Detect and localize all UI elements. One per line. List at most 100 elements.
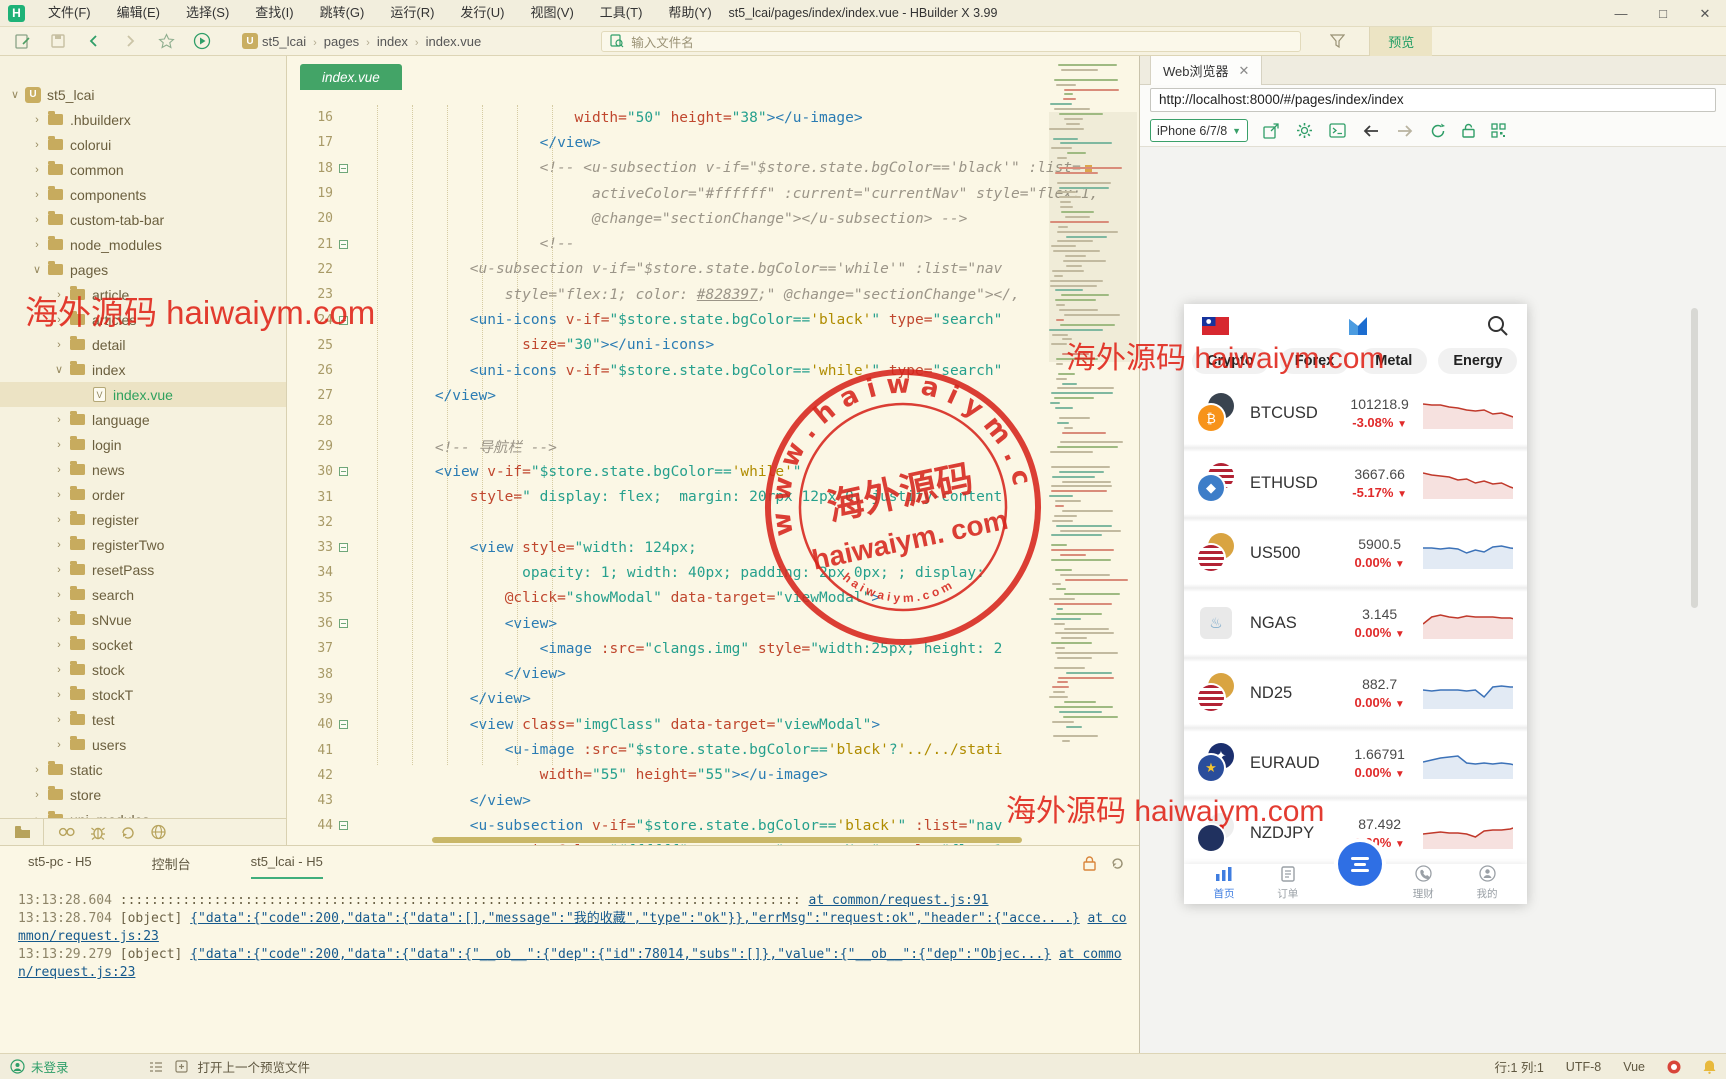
new-file-icon[interactable] <box>8 30 36 52</box>
horizontal-scrollbar[interactable] <box>432 837 1022 843</box>
preview-button[interactable]: 预览 <box>1369 27 1432 56</box>
market-row[interactable]: ◆ETHUSD3667.66-5.17% ▼ <box>1184 452 1527 514</box>
tree-item-registerTwo[interactable]: ›registerTwo <box>0 532 286 557</box>
console-clear-icon[interactable] <box>1110 856 1125 871</box>
category-tab-energy[interactable]: Energy <box>1438 348 1517 374</box>
console-tab[interactable]: 控制台 <box>152 854 191 879</box>
fold-marker-icon[interactable] <box>339 316 348 325</box>
browser-tab[interactable]: Web浏览器 ✕ <box>1150 56 1262 85</box>
notification-bell-icon[interactable] <box>1703 1059 1716 1074</box>
menu-item[interactable]: 跳转(G) <box>307 0 378 26</box>
chevron-icon[interactable]: › <box>52 489 66 501</box>
chevron-icon[interactable]: › <box>52 414 66 426</box>
tree-item-users[interactable]: ›users <box>0 732 286 757</box>
market-row[interactable]: ₿BTCUSD101218.9-3.08% ▼ <box>1184 382 1527 444</box>
encoding[interactable]: UTF-8 <box>1566 1060 1601 1074</box>
tab-bar-item-订单[interactable]: 订单 <box>1262 866 1314 901</box>
tree-item-resetPass[interactable]: ›resetPass <box>0 557 286 582</box>
tree-item-sNvue[interactable]: ›sNvue <box>0 607 286 632</box>
tree-item-article[interactable]: ›article <box>0 282 286 307</box>
market-row[interactable]: ✦★EURAUD1.667910.00% ▼ <box>1184 732 1527 794</box>
tree-item-index[interactable]: ∨index <box>0 357 286 382</box>
tree-item-colorui[interactable]: ›colorui <box>0 132 286 157</box>
market-row[interactable]: US5005900.50.00% ▼ <box>1184 522 1527 584</box>
vertical-scrollbar[interactable] <box>1691 308 1698 608</box>
menu-item[interactable]: 选择(S) <box>173 0 242 26</box>
tree-item-index.vue[interactable]: Vindex.vue <box>0 382 286 407</box>
menu-item[interactable]: 编辑(E) <box>104 0 173 26</box>
market-row[interactable]: ND25882.70.00% ▼ <box>1184 662 1527 724</box>
chevron-icon[interactable]: › <box>52 689 66 701</box>
chevron-icon[interactable]: › <box>52 714 66 726</box>
refresh-icon[interactable] <box>1430 123 1446 139</box>
tree-item-detail[interactable]: ›detail <box>0 332 286 357</box>
chevron-icon[interactable]: › <box>52 664 66 676</box>
forward-icon[interactable] <box>1396 124 1414 138</box>
console-icon[interactable] <box>1329 123 1346 138</box>
log-json[interactable]: {"data":{"code":200,"data":{"data":[],"m… <box>190 911 1079 926</box>
log-link[interactable]: at common/request.js:91 <box>809 893 989 908</box>
tree-item-.hbuilderx[interactable]: ›.hbuilderx <box>0 107 286 132</box>
tab-bar-item-我的[interactable]: 我的 <box>1461 865 1513 901</box>
tree-item-stockT[interactable]: ›stockT <box>0 682 286 707</box>
fold-marker-icon[interactable] <box>339 543 348 552</box>
tree-item-stock[interactable]: ›stock <box>0 657 286 682</box>
chevron-icon[interactable]: › <box>52 639 66 651</box>
chevron-icon[interactable]: › <box>52 539 66 551</box>
editor-file-tab[interactable]: index.vue <box>300 64 402 90</box>
fold-marker-icon[interactable] <box>339 720 348 729</box>
console-lock-icon[interactable] <box>1083 856 1096 871</box>
save-icon[interactable] <box>44 30 72 52</box>
tab-bar-item-理财[interactable]: 理财 <box>1397 865 1449 901</box>
chevron-icon[interactable]: › <box>52 289 66 301</box>
back-icon[interactable] <box>1362 124 1380 138</box>
breadcrumb-item[interactable]: st5_lcai <box>262 34 306 49</box>
search-icon[interactable] <box>1487 315 1509 337</box>
tree-item-language[interactable]: ›language <box>0 407 286 432</box>
tree-item-components[interactable]: ›components <box>0 182 286 207</box>
filter-funnel-icon[interactable] <box>1323 30 1351 52</box>
chevron-icon[interactable]: › <box>30 239 44 251</box>
tree-item-node_modules[interactable]: ›node_modules <box>0 232 286 257</box>
outline-list-icon[interactable] <box>149 1061 163 1073</box>
menu-item[interactable]: 工具(T) <box>587 0 656 26</box>
tree-item-news[interactable]: ›news <box>0 457 286 482</box>
account-icon[interactable] <box>10 1059 25 1074</box>
menu-item[interactable]: 文件(F) <box>35 0 104 26</box>
tree-item-articles[interactable]: ›articles <box>0 307 286 332</box>
chevron-icon[interactable]: › <box>30 164 44 176</box>
tree-item-order[interactable]: ›order <box>0 482 286 507</box>
fold-marker-icon[interactable] <box>339 240 348 249</box>
popout-icon[interactable] <box>1263 123 1280 139</box>
chevron-icon[interactable]: › <box>52 614 66 626</box>
tree-item-register[interactable]: ›register <box>0 507 286 532</box>
console-tab[interactable]: st5_lcai - H5 <box>251 854 323 879</box>
tab-close-icon[interactable]: ✕ <box>1239 63 1250 79</box>
prev-file-icon[interactable] <box>175 1060 188 1073</box>
chevron-icon[interactable]: › <box>52 514 66 526</box>
chevron-icon[interactable]: › <box>30 214 44 226</box>
console-tab[interactable]: st5-pc - H5 <box>28 854 92 879</box>
sync-view-icon[interactable] <box>120 825 136 840</box>
qrcode-icon[interactable] <box>1491 123 1506 138</box>
menu-item[interactable]: 帮助(Y) <box>655 0 724 26</box>
sync-status-icon[interactable] <box>1667 1060 1681 1074</box>
lock-icon[interactable] <box>1462 123 1475 138</box>
fold-marker-icon[interactable] <box>339 164 348 173</box>
center-action-button[interactable] <box>1338 842 1382 886</box>
files-view-icon[interactable] <box>14 825 31 839</box>
run-icon[interactable] <box>188 30 216 52</box>
tree-item-st5_lcai[interactable]: ∨Ust5_lcai <box>0 82 286 107</box>
device-select[interactable]: iPhone 6/7/8 ▼ <box>1150 119 1248 142</box>
breadcrumb-item[interactable]: pages <box>324 34 359 49</box>
tree-item-pages[interactable]: ∨pages <box>0 257 286 282</box>
breadcrumb-item[interactable]: index <box>377 34 408 49</box>
tree-item-login[interactable]: ›login <box>0 432 286 457</box>
menu-item[interactable]: 查找(I) <box>242 0 306 26</box>
tree-item-test[interactable]: ›test <box>0 707 286 732</box>
tree-item-search[interactable]: ›search <box>0 582 286 607</box>
chevron-icon[interactable]: › <box>52 589 66 601</box>
maximize-button[interactable]: □ <box>1642 0 1684 27</box>
taiwan-flag-icon[interactable] <box>1202 317 1229 335</box>
editor-code[interactable]: 16 width="50" height="38"></u-image>17 <… <box>287 105 1047 845</box>
